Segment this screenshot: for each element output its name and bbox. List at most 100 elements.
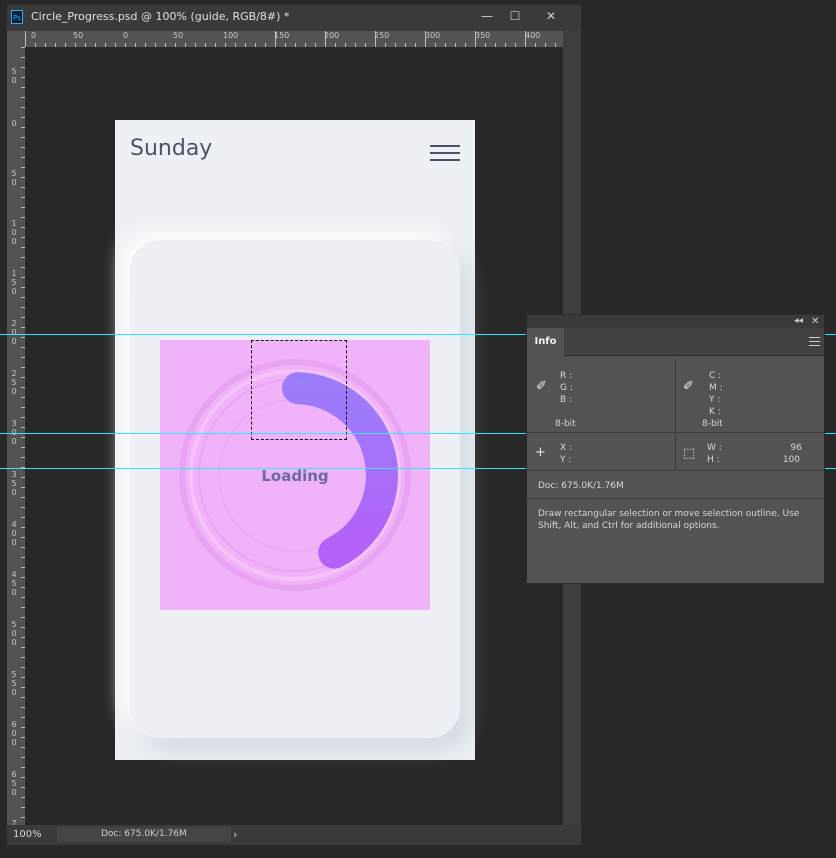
document-titlebar[interactable]: Ps Circle_Progress.psd @ 100% (guide, RG… [7,5,581,29]
ruler-tick [21,537,25,538]
ruler-tick [21,547,25,548]
panel-divider [675,359,676,470]
ruler-tick [21,667,25,668]
ruler-tick [21,367,25,368]
ruler-label: 4 0 0 [11,520,17,547]
panel-divider [527,498,824,499]
ruler-tick [21,307,25,308]
ruler-tick [21,817,25,818]
ruler-tick [21,687,25,688]
ruler-label: 3 5 0 [11,470,17,497]
ruler-tick [21,337,25,338]
ruler-tick [285,43,286,47]
tab-info[interactable]: Info [527,328,564,356]
ruler-tick [215,43,216,47]
ruler-tick [21,797,25,798]
minimize-button[interactable]: — [473,7,501,25]
ruler-tick [515,43,516,47]
selection-size-icon: ⬚ [683,446,696,461]
artboard[interactable]: Sunday Loading [115,120,475,760]
maximize-button[interactable]: ☐ [501,7,529,25]
ruler-tick [21,497,25,498]
ruler-tick [21,357,25,358]
info-b-label: B : [560,395,573,405]
ruler-label: 0 [123,31,129,40]
marquee-selection[interactable] [251,340,347,440]
ruler-tick [21,87,25,88]
document-window: Ps Circle_Progress.psd @ 100% (guide, RG… [6,4,582,846]
ruler-tick [455,43,456,47]
info-doc-size: Doc: 675.0K/1.76M [538,481,624,491]
ruler-tick [21,457,25,458]
ruler-tick [395,43,396,47]
ruler-tick [21,507,25,508]
ruler-tick [21,347,25,348]
ruler-tick [21,147,25,148]
canvas-area[interactable]: Sunday Loading [26,48,563,825]
ruler-tick [21,787,25,788]
ruler-tick [21,747,25,748]
ruler-tick [21,677,25,678]
close-panel-button[interactable]: ✕ [811,315,819,328]
status-menu-arrow[interactable]: › [233,827,237,842]
zoom-level[interactable]: 100% [13,828,55,842]
ruler-origin[interactable] [7,31,25,47]
ruler-tick [21,217,25,218]
ruler-tick [55,43,56,47]
ruler-label: 0 [31,31,37,40]
ruler-label: 6 0 0 [11,720,17,747]
ruler-tick [485,43,486,47]
ruler-label: 350 [475,31,491,40]
ruler-tick [545,43,546,47]
ruler-tick [21,397,25,398]
loading-label: Loading [261,467,329,485]
panel-header[interactable]: ◂◂ ✕ [527,315,824,328]
info-w-value: 96 [790,443,802,453]
ruler-tick [21,647,25,648]
info-c-label: C : [709,371,722,381]
ruler-tick [265,43,266,47]
ruler-label: 5 0 0 [11,620,17,647]
ruler-tick [21,107,25,108]
ruler-tick [21,187,25,188]
ruler-tick [21,437,25,438]
info-y-label: Y : [709,395,721,405]
ruler-tick [45,43,46,47]
crosshair-icon: + [535,445,546,460]
ruler-tick [505,43,506,47]
hamburger-menu-icon [430,145,460,163]
ruler-tick [21,597,25,598]
eyedropper-icon[interactable]: ✐ [683,380,694,394]
info-k-label: K : [709,407,721,417]
ruler-tick [21,167,25,168]
ruler-tick [345,43,346,47]
close-button[interactable]: ✕ [537,7,565,25]
ruler-tick [21,707,25,708]
ruler-tick [225,43,226,47]
ruler-label: 300 [425,31,441,40]
collapse-panel-button[interactable]: ◂◂ [794,315,803,328]
status-info-field[interactable]: Doc: 675.0K/1.76M › [57,827,237,842]
ruler-tick [445,43,446,47]
panel-tabbar: Info [527,328,824,356]
vertical-ruler[interactable]: 5 005 01 0 01 5 02 0 02 5 03 0 03 5 04 0… [7,47,26,825]
ruler-tick [21,287,25,288]
ruler-tick [415,43,416,47]
ruler-tick [21,577,25,578]
ruler-tick [21,777,25,778]
ruler-tick [21,387,25,388]
ruler-tick [21,77,25,78]
ruler-tick [25,31,26,47]
ruler-tick [555,43,556,47]
ruler-tick [21,137,25,138]
ruler-tick [255,43,256,47]
ruler-tick [65,43,66,47]
eyedropper-icon[interactable]: ✐ [536,380,547,394]
ruler-tick [21,97,25,98]
ruler-tick [21,237,25,238]
panel-menu-icon[interactable] [809,337,820,346]
ruler-label: 50 [173,31,184,40]
info-w-label: W : [707,443,722,453]
ruler-tick [21,207,25,208]
horizontal-ruler[interactable]: 0 50 0 50 100 150 200 250 300 350 400 [25,31,563,48]
